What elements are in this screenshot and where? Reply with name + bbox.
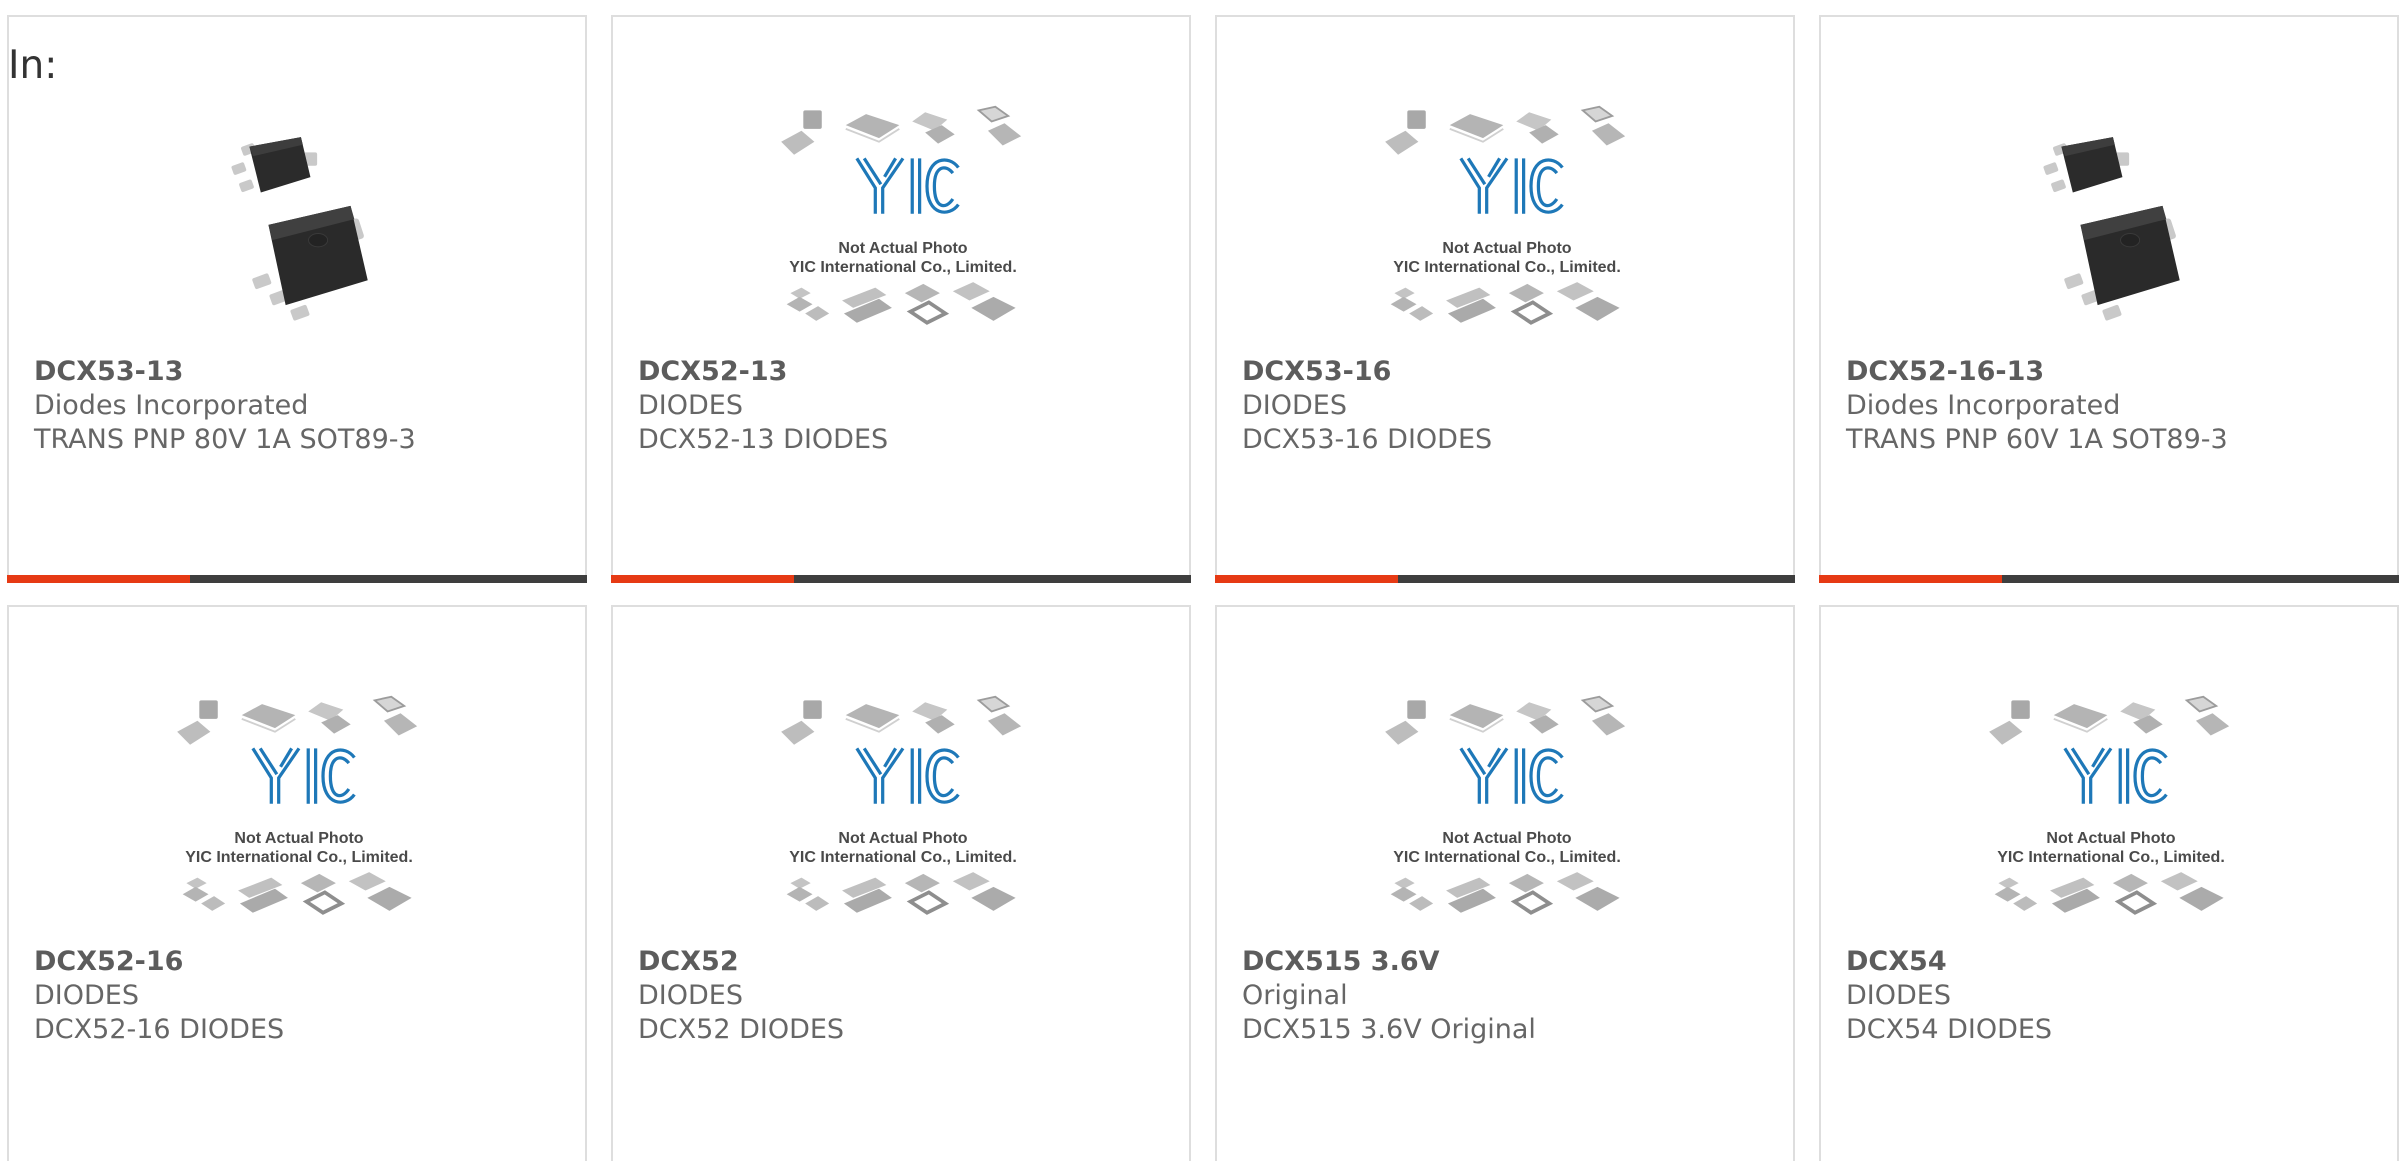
placeholder-company: YIC International Co., Limited. <box>1393 259 1621 276</box>
placeholder-company: YIC International Co., Limited. <box>1997 849 2225 866</box>
product-info: DCX52 DIODES DCX52 DIODES <box>638 945 1179 1047</box>
placeholder-caption: Not Actual Photo <box>838 240 968 257</box>
product-image: Not Actual Photo YIC International Co., … <box>613 83 1193 363</box>
product-card[interactable]: DCX52-16-13 Diodes Incorporated TRANS PN… <box>1819 15 2399 583</box>
product-image: Not Actual Photo YIC International Co., … <box>9 673 589 953</box>
description-label: DCX52-16 DIODES <box>34 1014 285 1045</box>
placeholder-company: YIC International Co., Limited. <box>789 259 1017 276</box>
manufacturer-label: Diodes Incorporated <box>34 390 309 421</box>
product-image: Not Actual Photo YIC International Co., … <box>1217 83 1797 363</box>
product-image: Not Actual Photo YIC International Co., … <box>613 673 1193 953</box>
description-label: DCX52 DIODES <box>638 1014 845 1045</box>
yic-logo-icon <box>1971 693 2251 933</box>
product-image: Not Actual Photo YIC International Co., … <box>1821 673 2400 953</box>
placeholder-company: YIC International Co., Limited. <box>789 849 1017 866</box>
part-number-link[interactable]: DCX52-16 <box>34 945 575 979</box>
yic-logo-icon <box>159 693 439 933</box>
manufacturer-label: DIODES <box>1846 980 1951 1011</box>
manufacturer-label: DIODES <box>638 980 743 1011</box>
manufacturer-label: DIODES <box>34 980 139 1011</box>
card-accent <box>1215 575 1398 583</box>
part-number-link[interactable]: DCX515 3.6V <box>1242 945 1783 979</box>
yic-placeholder-image: Not Actual Photo YIC International Co., … <box>159 693 439 933</box>
card-accent <box>7 575 190 583</box>
product-info: DCX52-16-13 Diodes Incorporated TRANS PN… <box>1846 355 2387 457</box>
card-bottom-bar <box>1215 575 1795 583</box>
card-bottom-bar <box>7 575 587 583</box>
card-bottom-bar <box>1819 575 2399 583</box>
yic-placeholder-image: Not Actual Photo YIC International Co., … <box>763 693 1043 933</box>
yic-logo-icon <box>763 103 1043 343</box>
yic-placeholder-image: Not Actual Photo YIC International Co., … <box>1367 693 1647 933</box>
manufacturer-label: DIODES <box>638 390 743 421</box>
product-card[interactable]: DCX53-13 Diodes Incorporated TRANS PNP 8… <box>7 15 587 583</box>
product-results-page: In: DCX53-13 Diodes Incorporated TRANS P… <box>0 0 2400 1161</box>
manufacturer-label: Diodes Incorporated <box>1846 390 2121 421</box>
product-card[interactable]: Not Actual Photo YIC International Co., … <box>1215 15 1795 583</box>
product-card[interactable]: Not Actual Photo YIC International Co., … <box>611 15 1191 583</box>
sot89-package-icon <box>194 118 404 328</box>
sot89-package-icon <box>2006 118 2216 328</box>
placeholder-caption: Not Actual Photo <box>838 830 968 847</box>
yic-placeholder-image: Not Actual Photo YIC International Co., … <box>1971 693 2251 933</box>
description-label: DCX54 DIODES <box>1846 1014 2053 1045</box>
yic-logo-icon <box>1367 103 1647 343</box>
part-number-link[interactable]: DCX52-13 <box>638 355 1179 389</box>
product-info: DCX54 DIODES DCX54 DIODES <box>1846 945 2387 1047</box>
product-image <box>1821 83 2400 363</box>
yic-placeholder-image: Not Actual Photo YIC International Co., … <box>763 103 1043 343</box>
card-bottom-bar <box>611 575 1191 583</box>
product-grid: DCX53-13 Diodes Incorporated TRANS PNP 8… <box>7 15 2400 1161</box>
part-number-link[interactable]: DCX52 <box>638 945 1179 979</box>
yic-logo-icon <box>1367 693 1647 933</box>
product-info: DCX53-16 DIODES DCX53-16 DIODES <box>1242 355 1783 457</box>
card-accent <box>611 575 794 583</box>
product-info: DCX52-13 DIODES DCX52-13 DIODES <box>638 355 1179 457</box>
yic-placeholder-image: Not Actual Photo YIC International Co., … <box>1367 103 1647 343</box>
product-card[interactable]: Not Actual Photo YIC International Co., … <box>7 605 587 1161</box>
placeholder-caption: Not Actual Photo <box>1442 240 1572 257</box>
description-label: TRANS PNP 60V 1A SOT89-3 <box>1846 424 2228 455</box>
manufacturer-label: DIODES <box>1242 390 1347 421</box>
placeholder-caption: Not Actual Photo <box>234 830 364 847</box>
placeholder-caption: Not Actual Photo <box>1442 830 1572 847</box>
part-number-link[interactable]: DCX53-13 <box>34 355 575 389</box>
product-card[interactable]: Not Actual Photo YIC International Co., … <box>611 605 1191 1161</box>
manufacturer-label: Original <box>1242 980 1348 1011</box>
description-label: DCX53-16 DIODES <box>1242 424 1493 455</box>
product-card[interactable]: Not Actual Photo YIC International Co., … <box>1819 605 2399 1161</box>
product-card[interactable]: Not Actual Photo YIC International Co., … <box>1215 605 1795 1161</box>
placeholder-caption: Not Actual Photo <box>2046 830 2176 847</box>
part-number-link[interactable]: DCX54 <box>1846 945 2387 979</box>
placeholder-company: YIC International Co., Limited. <box>185 849 413 866</box>
product-info: DCX52-16 DIODES DCX52-16 DIODES <box>34 945 575 1047</box>
part-number-link[interactable]: DCX52-16-13 <box>1846 355 2387 389</box>
product-info: DCX515 3.6V Original DCX515 3.6V Origina… <box>1242 945 1783 1047</box>
search-prefix-label: In: <box>8 43 58 88</box>
description-label: DCX515 3.6V Original <box>1242 1014 1536 1045</box>
card-accent <box>1819 575 2002 583</box>
description-label: TRANS PNP 80V 1A SOT89-3 <box>34 424 416 455</box>
description-label: DCX52-13 DIODES <box>638 424 889 455</box>
product-image: Not Actual Photo YIC International Co., … <box>1217 673 1797 953</box>
product-image <box>9 83 589 363</box>
product-info: DCX53-13 Diodes Incorporated TRANS PNP 8… <box>34 355 575 457</box>
placeholder-company: YIC International Co., Limited. <box>1393 849 1621 866</box>
yic-logo-icon <box>763 693 1043 933</box>
part-number-link[interactable]: DCX53-16 <box>1242 355 1783 389</box>
